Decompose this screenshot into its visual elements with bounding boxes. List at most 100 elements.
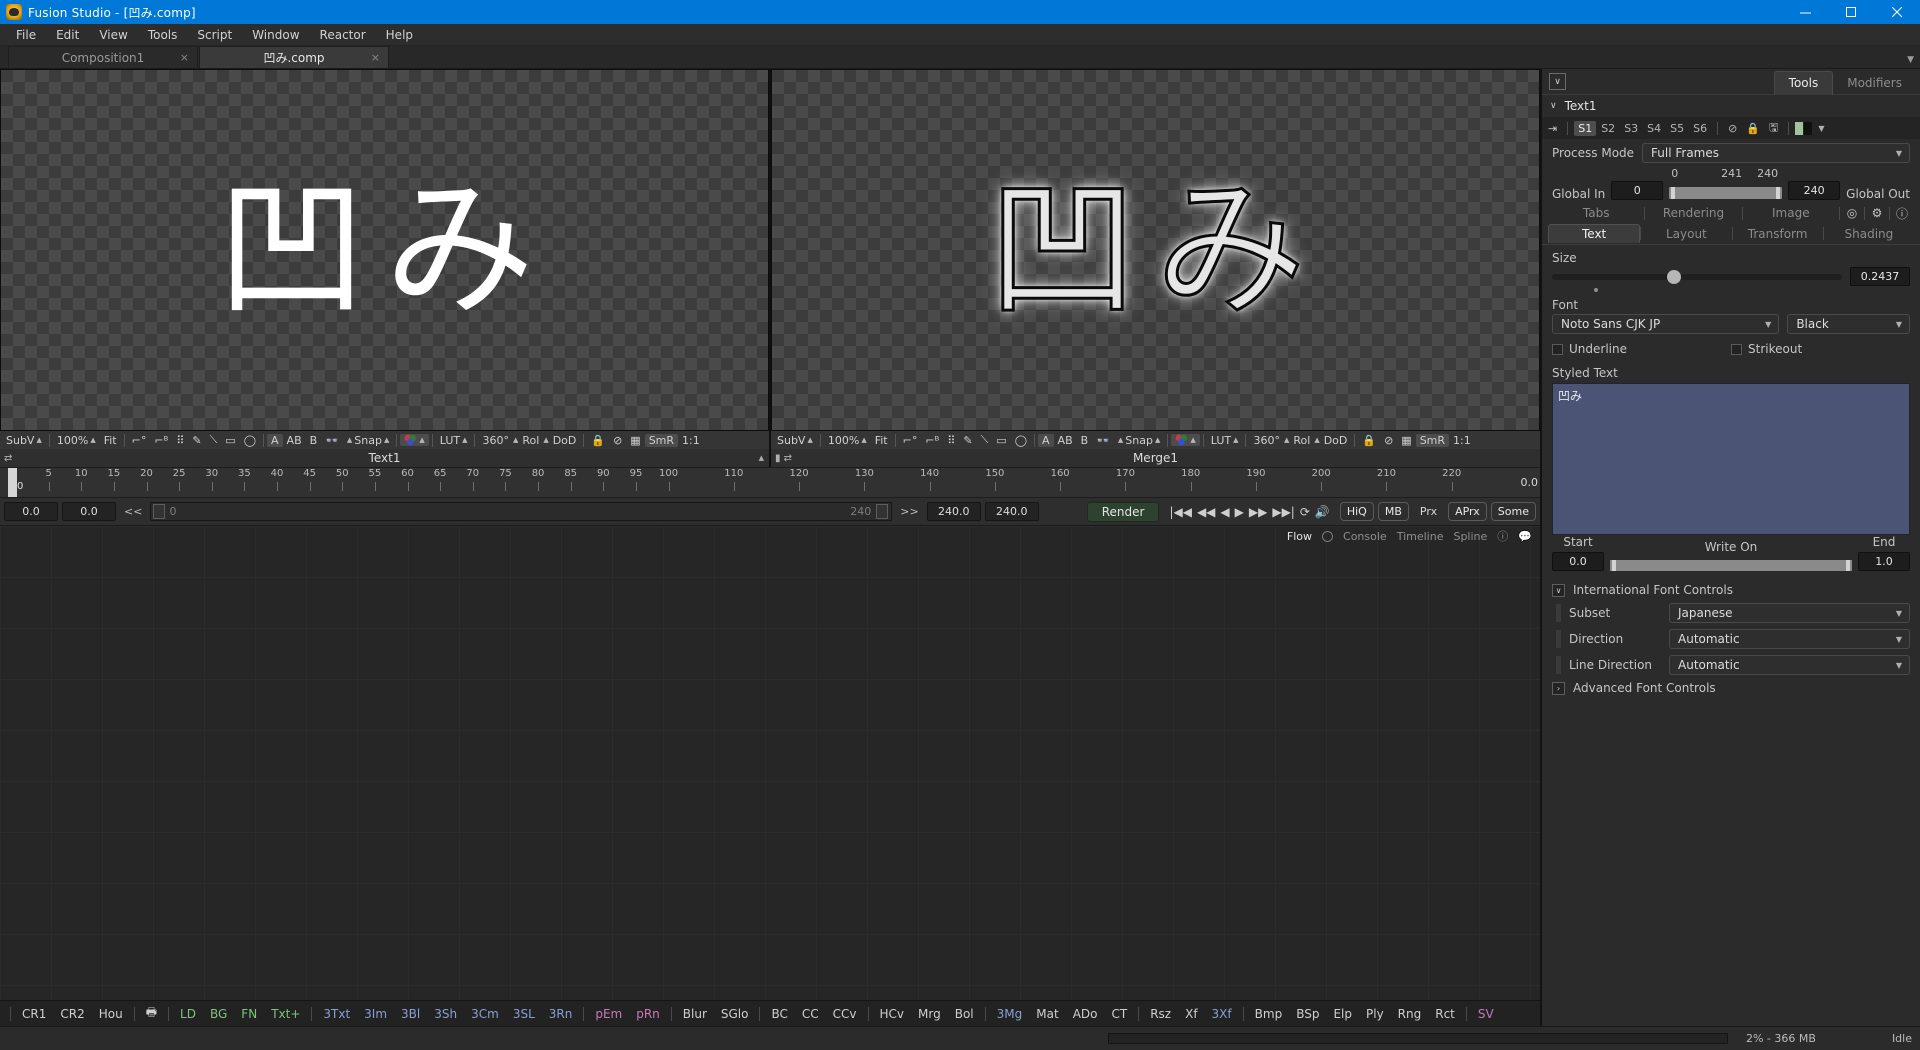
aprx-button[interactable]: APrx xyxy=(1448,502,1487,521)
tab-text[interactable]: Text xyxy=(1548,224,1641,243)
fast-forward-icon[interactable]: ▶▶ xyxy=(1249,505,1267,519)
viewer-settings-icon[interactable]: ⇄ xyxy=(4,453,12,464)
color-swatch-b[interactable] xyxy=(1804,121,1813,135)
lut-button[interactable]: LUT ▲ xyxy=(436,434,472,447)
tool-button-ct[interactable]: CT xyxy=(1104,1007,1134,1021)
prx-button[interactable]: Prx xyxy=(1413,502,1444,521)
size-slider[interactable] xyxy=(1552,269,1842,284)
chevron-down-icon[interactable]: ∨ xyxy=(1549,73,1566,90)
tool-button-fn[interactable]: FN xyxy=(234,1007,264,1021)
tool-button-elp[interactable]: Elp xyxy=(1326,1007,1359,1021)
tool-button-mat[interactable]: Mat xyxy=(1029,1007,1065,1021)
close-icon[interactable]: × xyxy=(180,51,189,64)
menu-view[interactable]: View xyxy=(89,26,137,44)
tool-button-cr1[interactable]: CR1 xyxy=(15,1007,53,1021)
chevron-down-icon[interactable]: ▼ xyxy=(1907,55,1920,68)
tool-button-prn[interactable]: pRn xyxy=(629,1007,667,1021)
sub-pixel-b-icon[interactable]: ⌐ᴮ xyxy=(150,434,172,447)
global-range-slider[interactable]: 0 241 240 xyxy=(1669,167,1783,203)
snap-button[interactable]: ▲ Snap ▲ xyxy=(343,434,393,447)
tool-button-3mg[interactable]: 3Mg xyxy=(990,1007,1030,1021)
global-out-handle[interactable] xyxy=(1776,187,1781,199)
info-icon[interactable]: ⓘ xyxy=(1890,205,1914,222)
range-out-handle[interactable] xyxy=(876,504,889,519)
chevron-down-icon[interactable]: ∨ xyxy=(1552,583,1565,597)
font-style-select[interactable]: Black ▼ xyxy=(1787,314,1910,334)
chevron-up-icon[interactable]: ▲ xyxy=(759,454,764,462)
comment-icon[interactable]: 💬 xyxy=(1518,530,1532,543)
subview-button[interactable]: SubV ▲ xyxy=(2,434,46,447)
render-in-field[interactable]: 0.0 xyxy=(4,502,58,521)
checker-icon[interactable]: ▦ xyxy=(626,434,644,447)
comp-tab-active[interactable]: 凹み.comp × xyxy=(199,46,389,68)
menu-file[interactable]: File xyxy=(6,26,46,44)
subset-select[interactable]: Japanese ▼ xyxy=(1669,603,1910,623)
rect-roi-icon[interactable]: ▭ xyxy=(992,434,1010,447)
write-on-end-field[interactable]: 1.0 xyxy=(1858,552,1910,571)
lock-icon[interactable]: 🔒 xyxy=(587,434,609,447)
menu-reactor[interactable]: Reactor xyxy=(310,26,376,44)
global-track[interactable] xyxy=(1669,187,1783,199)
smr-button[interactable]: SmR xyxy=(644,433,679,447)
save-icon[interactable]: 🖫 xyxy=(1765,118,1782,139)
write-on-start-field[interactable]: 0.0 xyxy=(1552,552,1604,571)
tab-flow[interactable]: Flow xyxy=(1287,530,1312,543)
tab-image[interactable]: Image xyxy=(1743,206,1839,220)
comp-tab-composition1[interactable]: Composition1 × xyxy=(8,46,198,68)
tool-button-bc[interactable]: BC xyxy=(764,1007,794,1021)
tool-button-3sl[interactable]: 3SL xyxy=(506,1007,542,1021)
stereo-icon[interactable]: 👓 xyxy=(321,434,343,447)
dod-button[interactable]: DoD xyxy=(1320,434,1352,447)
menu-script[interactable]: Script xyxy=(187,26,242,44)
tool-button-bol[interactable]: Bol xyxy=(948,1007,981,1021)
tool-button-3bl[interactable]: 3Bl xyxy=(394,1007,427,1021)
eyedropper-icon[interactable]: ⟍ xyxy=(977,433,993,447)
lut-button[interactable]: LUT ▲ xyxy=(1207,434,1243,447)
tool-button-hou[interactable]: Hou xyxy=(92,1007,130,1021)
gear-icon[interactable]: ⚙ xyxy=(1865,206,1889,220)
fit-button[interactable]: Fit xyxy=(871,434,892,447)
loop-icon[interactable]: ⟳ xyxy=(1300,505,1310,519)
first-frame-icon[interactable]: |◀◀ xyxy=(1169,505,1192,519)
buffer-ab-button[interactable]: AB xyxy=(283,434,306,447)
lock-icon[interactable]: 🔒 xyxy=(1358,434,1380,447)
size-slider-knob[interactable] xyxy=(1666,269,1681,284)
viewer-left-canvas[interactable]: 凹み xyxy=(0,69,769,431)
tab-tabs[interactable]: Tabs xyxy=(1548,206,1644,220)
tool-button-cr2[interactable]: CR2 xyxy=(53,1007,91,1021)
minimize-icon[interactable] xyxy=(1782,0,1828,24)
tool-button-ld[interactable]: LD xyxy=(173,1007,203,1021)
fit-button[interactable]: Fit xyxy=(100,434,121,447)
viewer-settings-icon[interactable]: ▮ ⇄ xyxy=(775,453,792,464)
sub-pixel-b-icon[interactable]: ⌐ᴮ xyxy=(921,434,943,447)
hiq-button[interactable]: HiQ xyxy=(1339,502,1374,521)
eyedropper-icon[interactable]: ⟍ xyxy=(206,433,222,447)
color-channels-icon[interactable]: ▲ xyxy=(1171,434,1200,446)
paint-icon[interactable]: ✎ xyxy=(959,434,976,447)
sub-pixel-icon[interactable]: ⌐° xyxy=(128,434,151,447)
view-360-button[interactable]: 360° xyxy=(1249,434,1284,447)
state-s1[interactable]: S1 xyxy=(1574,120,1597,136)
tool-button-rct[interactable]: Rct xyxy=(1428,1007,1462,1021)
write-on-start-handle[interactable] xyxy=(1612,560,1616,571)
tool-button-ccv[interactable]: CCv xyxy=(826,1007,864,1021)
tool-button-ado[interactable]: ADo xyxy=(1066,1007,1105,1021)
mb-button[interactable]: MB xyxy=(1377,502,1409,521)
playhead[interactable]: 0 xyxy=(8,468,23,497)
tool-button-3xf[interactable]: 3Xf xyxy=(1205,1007,1239,1021)
pixel-grid-icon[interactable]: ⠿ xyxy=(943,434,959,447)
color-swatch-a[interactable] xyxy=(1795,121,1804,135)
lock-icon[interactable]: 🔒 xyxy=(1742,121,1764,136)
some-button[interactable]: Some xyxy=(1490,502,1536,521)
tool-button-rng[interactable]: Rng xyxy=(1391,1007,1429,1021)
buffer-a-button[interactable]: A xyxy=(1038,433,1054,447)
tool-button-bmp[interactable]: Bmp xyxy=(1248,1007,1290,1021)
alpha-overlay-icon[interactable]: ⊘ xyxy=(609,434,626,447)
flow-canvas[interactable]: ErodeDilate1 Blur1 (Blur) BrightnessCo..… xyxy=(0,526,1540,1000)
buffer-ab-button[interactable]: AB xyxy=(1054,434,1077,447)
render-out-field[interactable]: 0.0 xyxy=(62,502,116,521)
process-mode-select[interactable]: Full Frames ▼ xyxy=(1642,143,1910,163)
rol-button[interactable]: Rol xyxy=(518,434,543,447)
font-family-select[interactable]: Noto Sans CJK JP ▼ xyxy=(1552,314,1780,334)
close-icon[interactable] xyxy=(1874,0,1920,24)
